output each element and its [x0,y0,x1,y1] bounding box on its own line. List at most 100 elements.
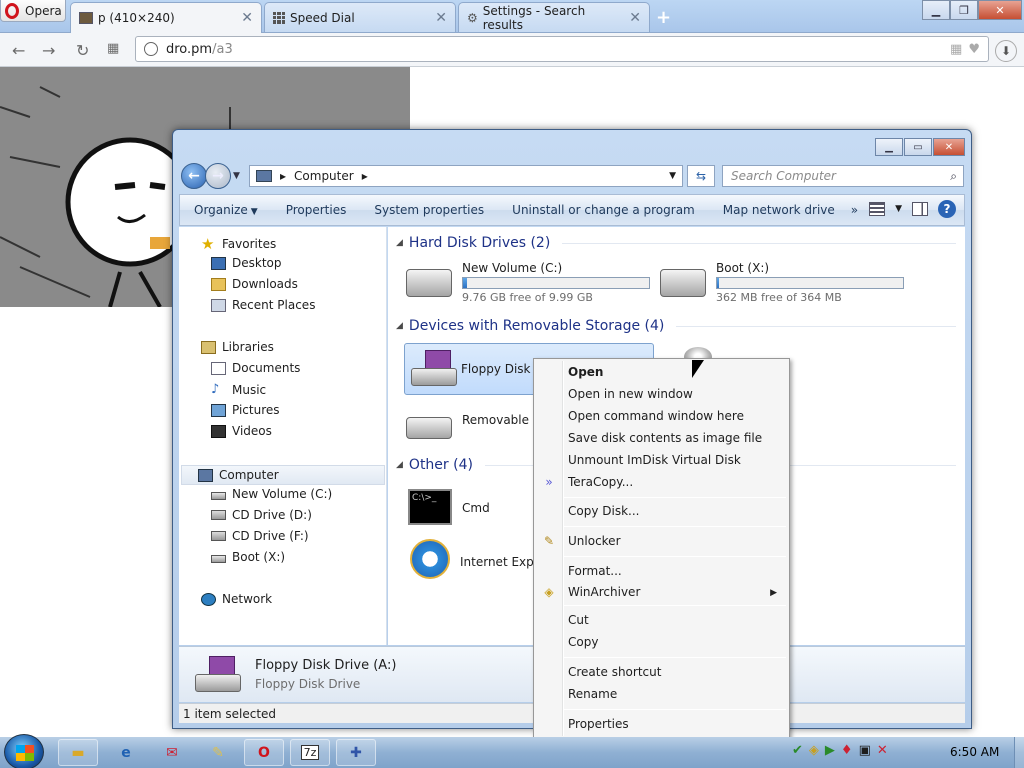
forward-arrow-icon[interactable]: → [42,41,55,60]
menu-format[interactable]: Format... [568,564,622,578]
forward-arrow-icon[interactable]: → [205,163,231,189]
new-tab-icon[interactable]: + [656,7,671,28]
breadcrumb-chevron-icon[interactable]: ▸ [280,169,286,183]
maximize-icon[interactable]: ▭ [904,138,932,156]
properties-button[interactable]: Properties [272,203,361,217]
start-button[interactable] [4,734,44,768]
system-properties-button[interactable]: System properties [360,203,498,217]
taskbar-explorer[interactable]: ▬ [58,739,98,766]
network-icon[interactable]: ▣ [859,743,871,758]
nav-computer[interactable]: Computer [181,465,385,485]
menu-create-shortcut[interactable]: Create shortcut [568,665,661,679]
menu-cut[interactable]: Cut [568,613,589,627]
collapse-icon[interactable]: ◢ [396,238,403,248]
taskbar-7zip[interactable]: 7z [290,739,330,766]
reload-icon[interactable]: ↻ [76,41,89,60]
nav-cd-drive-d[interactable]: CD Drive (D:) [211,508,312,522]
close-tab-icon[interactable]: ✕ [241,10,253,26]
menu-rename[interactable]: Rename [568,687,617,701]
menu-open-new-window[interactable]: Open in new window [568,387,693,401]
taskbar-notepad[interactable]: ✎ [198,739,238,766]
nav-favorites[interactable]: ★ Favorites [201,235,276,253]
clock[interactable]: 6:50 AM [950,745,999,759]
nav-desktop[interactable]: Desktop [211,256,282,270]
breadcrumb-chevron-icon[interactable]: ▸ [362,169,368,183]
url-field[interactable]: dro.pm/a3 ▦ ♥ [135,36,989,62]
tab-image[interactable]: p (410×240) ✕ [70,2,262,33]
nav-downloads[interactable]: Downloads [211,277,298,291]
menu-properties[interactable]: Properties [568,717,629,731]
search-icon[interactable]: ⌕ [950,169,957,184]
collapse-icon[interactable]: ◢ [396,321,403,331]
chevron-down-icon[interactable]: ▼ [669,171,676,181]
nav-cd-drive-f[interactable]: CD Drive (F:) [211,529,309,543]
snap-grid-icon[interactable]: ▦ [950,42,962,57]
group-header-hdd[interactable]: ◢ Hard Disk Drives (2) [396,235,956,251]
menu-unmount-imdisk[interactable]: Unmount ImDisk Virtual Disk [568,453,741,467]
close-tab-icon[interactable]: ✕ [629,10,641,26]
menu-copy-disk[interactable]: Copy Disk... [568,504,639,518]
chevron-down-icon[interactable]: ▼ [895,204,902,214]
download-icon[interactable]: ⬇ [995,40,1017,62]
search-input[interactable]: Search Computer ⌕ [722,165,964,187]
restore-icon[interactable]: ❐ [950,0,978,20]
close-icon[interactable]: ✕ [933,138,965,156]
breadcrumb-computer[interactable]: Computer [294,169,354,183]
preview-pane-icon[interactable] [912,202,928,216]
internet-explorer-item[interactable]: Internet Explo [410,539,544,579]
group-header-removable[interactable]: ◢ Devices with Removable Storage (4) [396,318,956,334]
menu-copy[interactable]: Copy [568,635,598,649]
opera-menu-button[interactable]: Opera [0,0,66,22]
nav-pictures[interactable]: Pictures [211,403,280,417]
taskbar-opera[interactable]: O [244,739,284,766]
map-network-drive-button[interactable]: Map network drive [709,203,849,217]
nav-libraries[interactable]: Libraries [201,340,274,354]
history-dropdown-icon[interactable]: ▼ [233,171,240,181]
close-tab-icon[interactable]: ✕ [435,10,447,26]
show-desktop-button[interactable] [1014,737,1024,768]
nav-videos[interactable]: Videos [211,424,272,438]
close-icon[interactable]: ✕ [978,0,1022,20]
speed-dial-grid-icon[interactable]: ▦ [107,41,119,56]
collapse-icon[interactable]: ◢ [396,460,403,470]
drive-boot-x[interactable]: Boot (X:) 362 MB free of 364 MB [660,261,904,304]
nav-network[interactable]: Network [201,592,272,606]
nav-boot-x[interactable]: Boot (X:) [211,550,285,564]
back-arrow-icon[interactable]: ← [181,163,207,189]
back-arrow-icon[interactable]: ← [12,41,25,60]
media-play-icon[interactable]: ▶ [825,743,835,758]
menu-teracopy[interactable]: TeraCopy... [568,475,633,489]
refresh-icon[interactable]: ⇆ [687,165,715,187]
taskbar-app-2[interactable]: ✚ [336,739,376,766]
menu-winarchiver[interactable]: WinArchiver [568,585,640,599]
change-view-icon[interactable] [869,202,886,216]
nav-label: Recent Places [232,298,316,312]
taskbar-internet-explorer[interactable]: e [106,739,146,766]
nav-music[interactable]: ♪ Music [211,382,266,397]
nav-documents[interactable]: Documents [211,361,300,375]
nav-new-volume-c[interactable]: New Volume (C:) [211,487,332,501]
drive-new-volume-c[interactable]: New Volume (C:) 9.76 GB free of 9.99 GB [406,261,650,304]
taskbar-app[interactable]: ✉ [152,739,192,766]
organize-button[interactable]: Organize ▼ [180,203,272,217]
heart-icon[interactable]: ♥ [968,42,980,57]
menu-save-disk-image[interactable]: Save disk contents as image file [568,431,762,445]
tray-app-icon[interactable]: ♦ [841,743,853,758]
safely-remove-icon[interactable]: ✔ [792,743,803,758]
minimize-icon[interactable]: ▁ [922,0,950,20]
tab-settings[interactable]: ⚙ Settings - Search results ✕ [458,2,650,32]
volume-muted-icon[interactable]: ✕ [877,743,888,758]
more-commands-button[interactable]: » [849,203,860,217]
explorer-address-bar[interactable]: ▸ Computer ▸ ▼ [249,165,683,187]
uninstall-program-button[interactable]: Uninstall or change a program [498,203,709,217]
help-icon[interactable]: ? [938,200,956,218]
minimize-icon[interactable]: ▁ [875,138,903,156]
menu-open[interactable]: Open [568,365,603,379]
cmd-item[interactable]: C:\>_ Cmd [408,489,490,525]
nav-recent-places[interactable]: Recent Places [211,298,315,312]
removable-disk-item[interactable]: Removable Di [406,407,545,439]
tab-speed-dial[interactable]: Speed Dial ✕ [264,2,456,32]
menu-open-command-window[interactable]: Open command window here [568,409,744,423]
winarchiver-tray-icon[interactable]: ◈ [809,743,819,758]
menu-unlocker[interactable]: Unlocker [568,534,621,548]
